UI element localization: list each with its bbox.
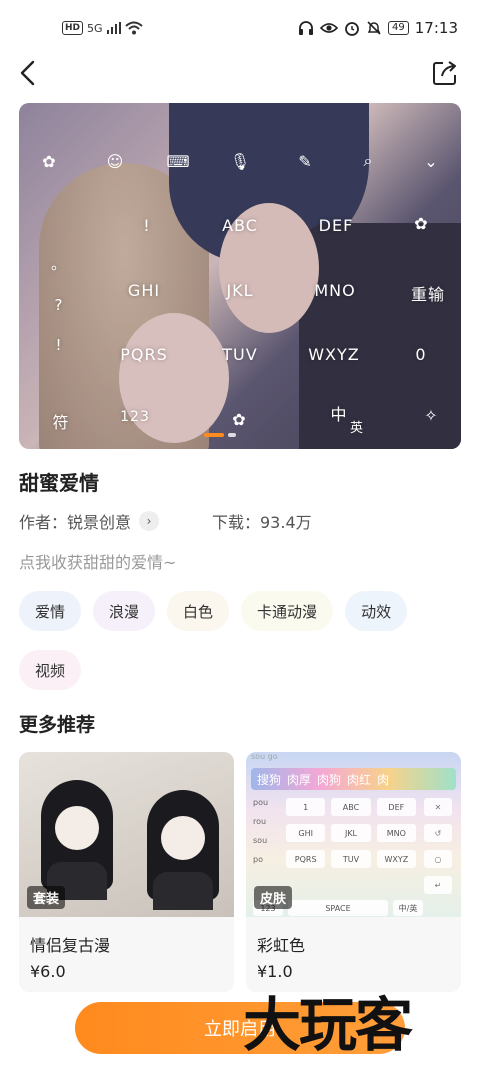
key: TUV [222, 345, 258, 364]
carousel-dots [204, 433, 236, 437]
flower-icon: ✿ [232, 409, 246, 429]
status-right: 49 17:13 [298, 19, 458, 37]
sparkle-icon: ✧ [424, 405, 438, 425]
card-price: ¥1.0 [257, 962, 293, 981]
battery-icon: 49 [388, 21, 409, 35]
key: WXYZ [308, 345, 360, 364]
network-label: 5G [87, 21, 103, 35]
skin-preview-image[interactable]: ✿ ☺ ⌨ 🎙 ✎ ⌕ ⌄ ! ABC DEF ✿ GHI JKL MNO 重输… [19, 103, 461, 449]
key: ABC [222, 216, 258, 235]
tag-list: 爱情 浪漫 白色 卡通动漫 动效 视频 [19, 591, 469, 690]
wifi-icon [124, 21, 143, 35]
tag[interactable]: 白色 [167, 591, 230, 631]
key: JKL [226, 281, 254, 300]
recommend-card[interactable]: 套装 情侣复古漫 ¥6.0 [19, 752, 234, 992]
eye-icon [320, 23, 339, 33]
downloads-count: 下载：93.4万 [212, 513, 312, 532]
signal-icon [106, 22, 121, 34]
skin-meta: 作者：锐景创意 › 下载：93.4万 [19, 509, 312, 533]
emoji-icon: ☺ [106, 151, 124, 171]
key: ! [143, 216, 151, 235]
key: GHI [127, 281, 161, 300]
left-key-column: 。 ? ! [50, 255, 67, 354]
author-link[interactable]: 作者：锐景创意 [19, 509, 131, 533]
clock: 17:13 [414, 19, 458, 37]
keyboard-icon: ⌨ [166, 151, 190, 171]
key: 123 [120, 409, 150, 425]
tag[interactable]: 视频 [19, 650, 82, 690]
section-title: 更多推荐 [19, 714, 96, 736]
card-name: 彩虹色 [257, 936, 306, 955]
tag[interactable]: 浪漫 [93, 591, 156, 631]
skin-description: 点我收获甜甜的爱情~ [19, 553, 177, 572]
tag[interactable]: 动效 [345, 591, 408, 631]
card-badge: 皮肤 [254, 886, 293, 909]
recommend-card[interactable]: sou go 搜狗 肉厚 肉狗 肉红 肉 pou rou sou po 1 AB… [246, 752, 461, 992]
key: MNO [314, 281, 356, 300]
pen-icon: ✎ [298, 151, 312, 171]
status-left: HD 5G [62, 21, 143, 35]
share-icon[interactable] [432, 60, 458, 86]
back-arrow-icon[interactable] [14, 58, 44, 88]
key: PQRS [120, 345, 168, 364]
watermark: 大玩客 [243, 991, 413, 1059]
key: 0 [415, 345, 427, 364]
card-badge: 套装 [27, 886, 66, 909]
alarm-icon [345, 22, 359, 36]
headphones-icon [299, 21, 314, 35]
search-icon: ⌕ [363, 151, 373, 170]
key: DEF [318, 216, 354, 235]
key: 英 [349, 421, 364, 436]
top-bar [0, 58, 480, 90]
hd-indicator: HD [62, 21, 84, 35]
microphone-icon: 🎙 [229, 151, 251, 171]
tag[interactable]: 爱情 [19, 591, 82, 631]
key: 符 [52, 413, 70, 432]
chevron-right-icon[interactable]: › [139, 511, 160, 531]
skin-title: 甜蜜爱情 [19, 471, 99, 495]
key: 中 [330, 405, 348, 424]
card-price: ¥6.0 [30, 962, 66, 981]
flower-icon: ✿ [414, 213, 428, 233]
status-bar: HD 5G 49 17:13 [0, 0, 480, 58]
card-name: 情侣复古漫 [30, 936, 111, 955]
key: 重输 [410, 285, 445, 304]
tag[interactable]: 卡通动漫 [241, 591, 334, 631]
chevron-down-icon: ⌄ [424, 151, 438, 171]
mute-bell-icon [367, 21, 381, 35]
flower-icon: ✿ [42, 151, 56, 171]
